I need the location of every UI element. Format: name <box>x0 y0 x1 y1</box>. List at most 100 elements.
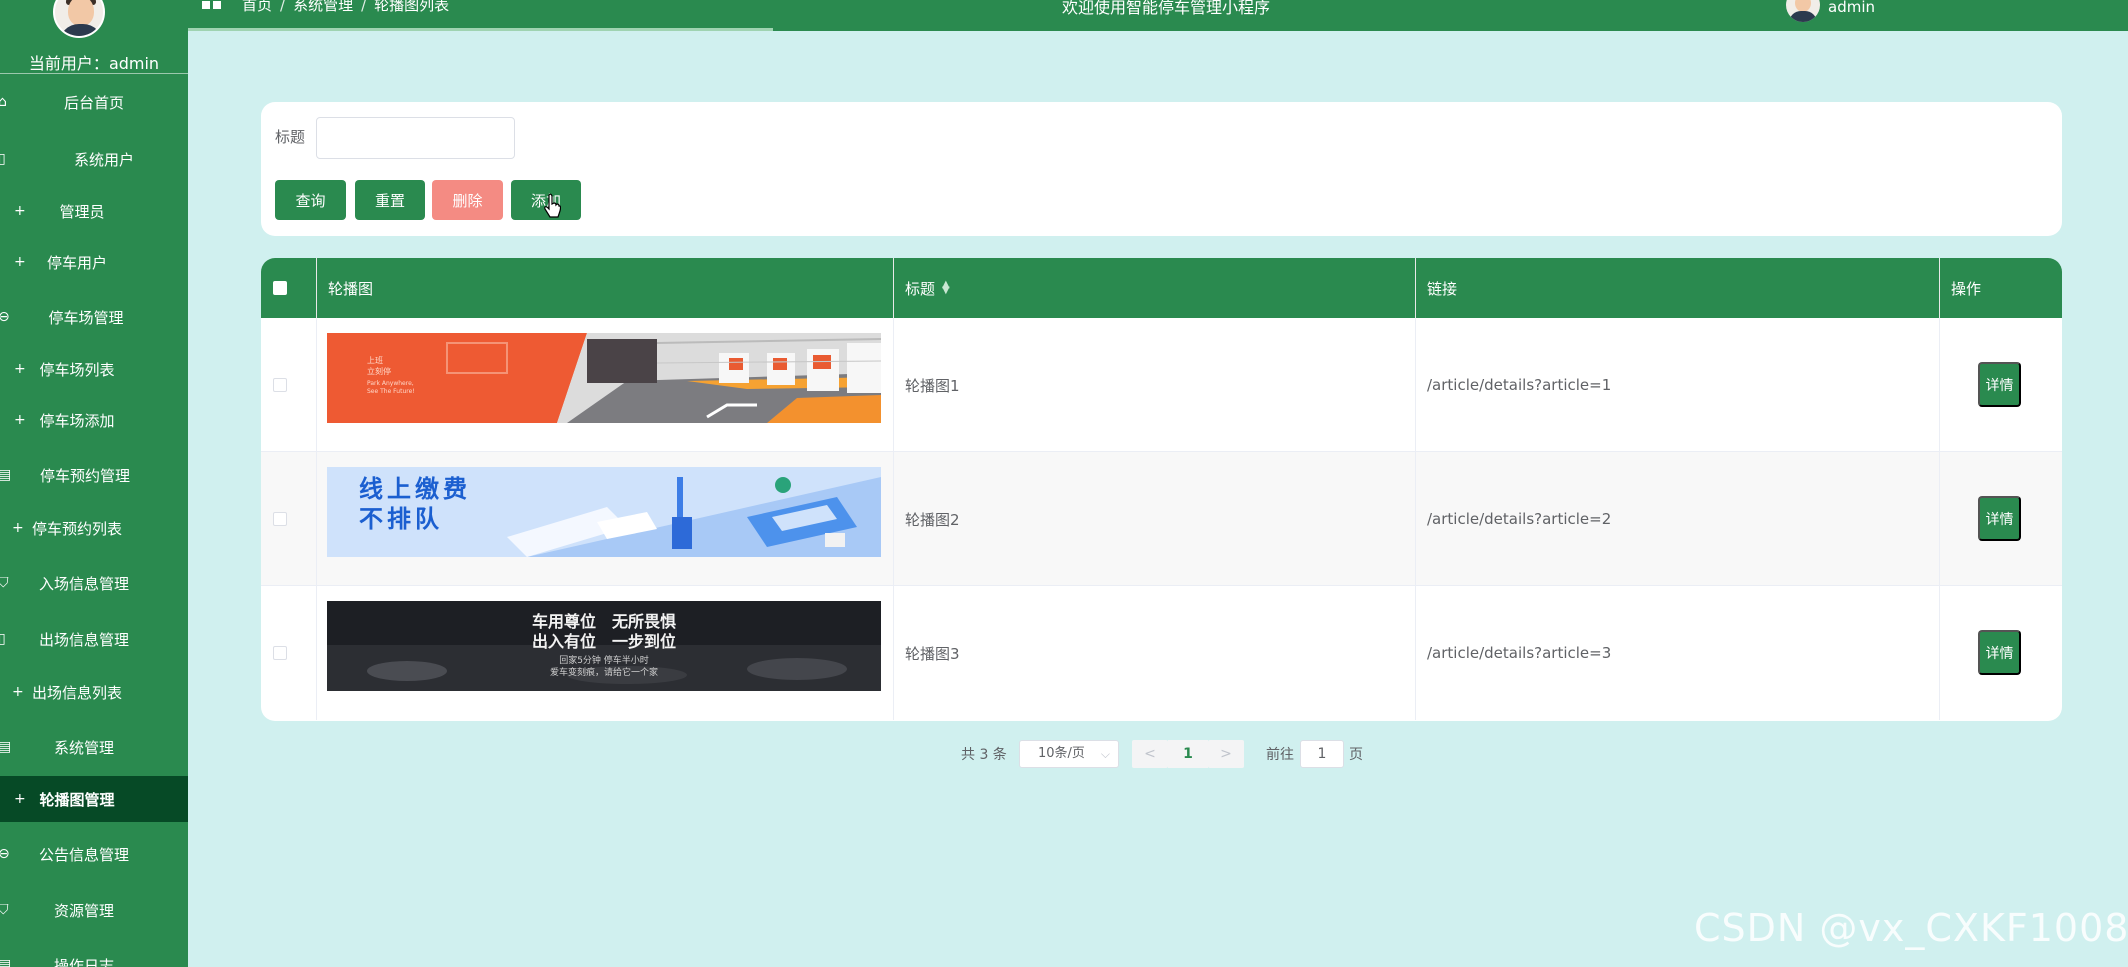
link-cell: /article/details?article=1 <box>1416 318 1940 452</box>
user-avatar[interactable] <box>1786 0 1820 22</box>
banner3-line3: 回家5分钟 停车半小时 <box>559 654 649 666</box>
breadcrumb-home[interactable]: 首页 <box>242 0 272 14</box>
link-cell: /article/details?article=2 <box>1416 452 1940 586</box>
page-size-select[interactable]: 10条/页 ⌵ <box>1019 740 1119 768</box>
title-search-input[interactable] <box>316 117 515 159</box>
table-row: 线上缴费 不排队 轮播图2 /article/details?article=2… <box>261 452 2062 586</box>
sidebar-item-label: 资源管理 <box>53 901 114 920</box>
sidebar-item-parking-lot-add[interactable]: + 停车场添加 <box>0 397 188 443</box>
hand-cursor-icon <box>544 193 561 218</box>
sidebar-item-label: 入场信息管理 <box>38 574 129 593</box>
table-header: 轮播图 标题 ▲ ▼ 链接 操作 <box>261 258 2062 318</box>
title-label: 标题 <box>275 128 306 146</box>
current-user-label: 当前用户： <box>28 54 109 73</box>
sidebar-item-label: 出场信息列表 <box>31 683 122 702</box>
sidebar-item-home[interactable]: ⌂ 后台首页 <box>0 79 188 125</box>
sidebar-item-label: 停车场管理 <box>48 308 124 327</box>
row-checkbox[interactable] <box>273 378 287 392</box>
sidebar-item-system-users[interactable]: ▯ 系统用户 <box>0 136 188 182</box>
breadcrumb-system[interactable]: 系统管理 <box>293 0 353 14</box>
current-user: 当前用户：admin <box>0 50 188 74</box>
sidebar-item-entry-info[interactable]: ⛉ 入场信息管理 <box>0 560 188 606</box>
banner2-line1: 线上缴费 <box>359 475 471 503</box>
title-cell: 轮播图2 <box>894 452 1416 586</box>
top-bar: 首页 / 系统管理 / 轮播图列表 欢迎使用智能停车管理小程序 admin <box>188 0 2128 31</box>
sidebar-item-exit-info[interactable]: ▯ 出场信息管理 <box>0 616 188 662</box>
header-title-label: 标题 <box>905 279 936 298</box>
sidebar-item-label: 公告信息管理 <box>38 845 129 864</box>
sidebar-item-reservations[interactable]: ▤ 停车预约管理 <box>0 452 188 498</box>
header-select-all[interactable] <box>261 258 317 318</box>
table-row: 车用尊位 无所畏惧 出入有位 一步到位 回家5分钟 停车半小时 爱车变刻痕，请给… <box>261 586 2062 720</box>
page-suffix: 页 <box>1349 747 1363 763</box>
breadcrumb: 首页 / 系统管理 / 轮播图列表 <box>242 0 449 15</box>
current-user-name: admin <box>108 54 160 73</box>
header-image: 轮播图 <box>317 258 894 318</box>
row-checkbox[interactable] <box>273 646 287 660</box>
carousel-table: 轮播图 标题 ▲ ▼ 链接 操作 上班 立刻停 Park Anywhere, S… <box>261 258 2062 721</box>
title-cell: 轮播图1 <box>894 318 1416 452</box>
sidebar-item-announcements[interactable]: ⊖ 公告信息管理 <box>0 831 188 877</box>
detail-button[interactable]: 详情 <box>1978 496 2021 541</box>
user-name[interactable]: admin <box>1828 0 1875 16</box>
sidebar-item-label: 停车预约管理 <box>39 466 130 485</box>
total-count: 共 3 条 <box>961 747 1007 763</box>
pagination: 共 3 条 10条/页 ⌵ < 1 > 前往 1 页 <box>0 740 2128 768</box>
sort-icon[interactable]: ▲ ▼ <box>942 280 950 296</box>
header-actions: 操作 <box>1951 279 1982 298</box>
breadcrumb-separator: / <box>361 0 367 14</box>
reset-button[interactable]: 重置 <box>355 180 425 220</box>
prev-page-button[interactable]: < <box>1132 740 1168 768</box>
header-link: 链接 <box>1416 258 1940 318</box>
banner1-text-3: Park Anywhere, <box>367 380 414 387</box>
banner3-line4: 爱车变刻痕，请给它一个家 <box>550 666 658 678</box>
sidebar-item-label: 停车预约列表 <box>31 519 122 538</box>
next-page-button[interactable]: > <box>1208 740 1244 768</box>
select-all-checkbox[interactable] <box>273 281 287 295</box>
sidebar-item-label: 停车场列表 <box>39 360 115 379</box>
breadcrumb-current: 轮播图列表 <box>374 0 450 14</box>
menu-toggle-icon[interactable] <box>202 1 224 13</box>
banner2-line2: 不排队 <box>359 505 443 533</box>
banner-dark-parking-image: 车用尊位 无所畏惧 出入有位 一步到位 回家5分钟 停车半小时 爱车变刻痕，请给… <box>327 601 881 691</box>
page-size-value: 10条/页 <box>1038 746 1085 761</box>
banner-online-payment-image: 线上缴费 不排队 <box>327 467 881 557</box>
banner1-text-4: See The Future! <box>367 388 415 395</box>
banner-parking-garage-image: 上班 立刻停 Park Anywhere, See The Future! <box>327 333 881 423</box>
sidebar-item-label: 后台首页 <box>63 93 124 112</box>
banner1-text-1: 上班 <box>367 355 383 365</box>
delete-button[interactable]: 删除 <box>432 180 503 220</box>
detail-button[interactable]: 详情 <box>1978 630 2021 675</box>
sidebar-item-label: 管理员 <box>59 202 105 221</box>
sidebar-item-operation-log[interactable]: ▤ 操作日志 <box>0 942 188 967</box>
detail-button[interactable]: 详情 <box>1978 362 2021 407</box>
goto-page-input[interactable]: 1 <box>1300 740 1344 768</box>
sidebar-item-parking-lots[interactable]: ⊖ 停车场管理 <box>0 294 188 340</box>
page-number-current[interactable]: 1 <box>1168 740 1208 768</box>
sidebar-item-admins[interactable]: + 管理员 <box>0 188 188 234</box>
row-select-cell <box>261 586 317 720</box>
sidebar-item-exit-list[interactable]: + 出场信息列表 <box>0 669 188 715</box>
table-row: 上班 立刻停 Park Anywhere, See The Future! 轮播… <box>261 318 2062 452</box>
header-title[interactable]: 标题 ▲ ▼ <box>894 258 1416 318</box>
banner3-line2: 出入有位 一步到位 <box>532 632 676 651</box>
sidebar-item-label: 系统用户 <box>73 150 134 169</box>
sidebar-item-label: 轮播图管理 <box>39 790 115 809</box>
sidebar-item-parking-lot-list[interactable]: + 停车场列表 <box>0 346 188 392</box>
sidebar-item-resources[interactable]: ⛉ 资源管理 <box>0 887 188 933</box>
sidebar-item-parking-users[interactable]: + 停车用户 <box>0 239 188 285</box>
goto-label: 前往 <box>1266 747 1294 763</box>
avatar[interactable] <box>53 0 105 38</box>
sidebar-item-reservation-list[interactable]: + 停车预约列表 <box>0 505 188 551</box>
banner1-text-2: 立刻停 <box>367 366 391 376</box>
chevron-down-icon: ⌵ <box>1100 747 1110 761</box>
sidebar-item-label: 出场信息管理 <box>38 630 129 649</box>
sidebar-item-label: 停车用户 <box>46 253 107 272</box>
sidebar-item-carousel[interactable]: + 轮播图管理 <box>0 776 188 822</box>
query-button[interactable]: 查询 <box>275 180 346 220</box>
sidebar: 当前用户：admin ⌂ 后台首页 ▯ 系统用户 + 管理员 + 停车用户 ⊖ … <box>0 0 188 967</box>
title-cell: 轮播图3 <box>894 586 1416 720</box>
row-checkbox[interactable] <box>273 512 287 526</box>
link-cell: /article/details?article=3 <box>1416 586 1940 720</box>
book-icon: ▯ <box>0 151 6 167</box>
